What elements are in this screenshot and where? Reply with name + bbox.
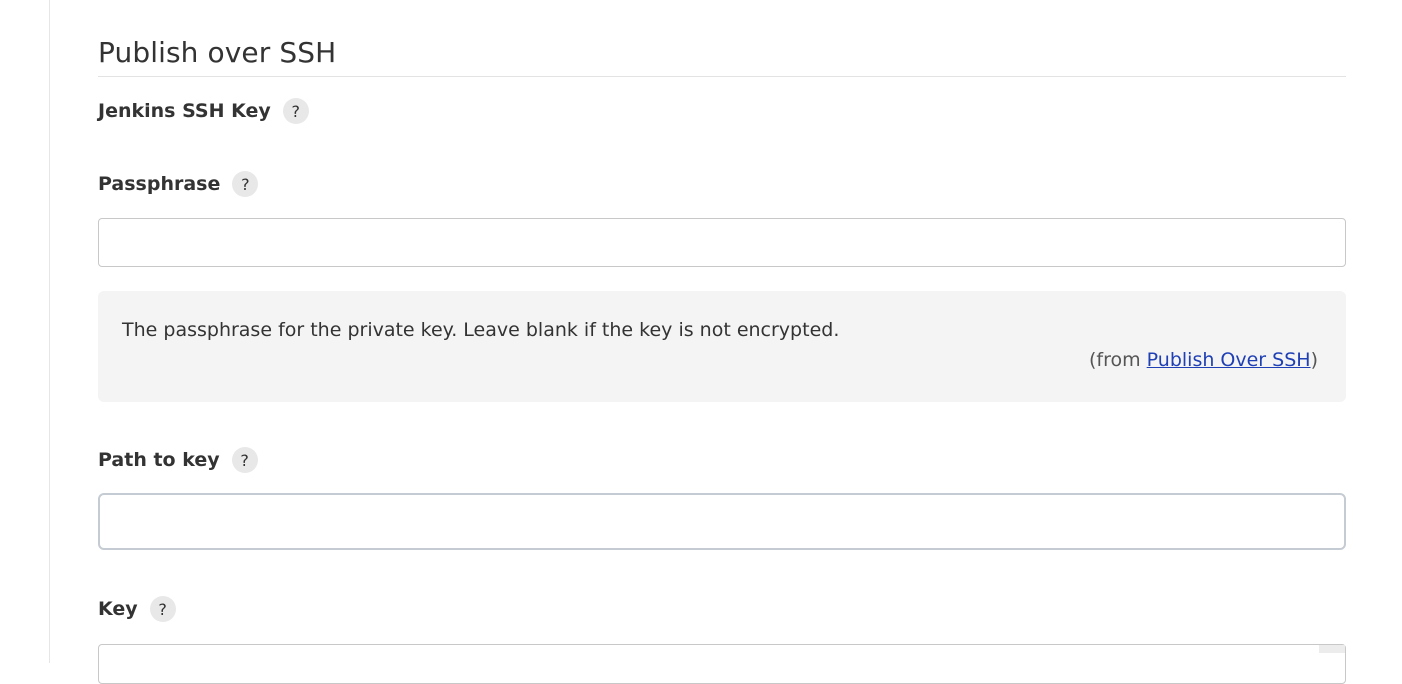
- key-help-icon[interactable]: ?: [149, 596, 176, 622]
- jenkins-ssh-key-help-icon[interactable]: ?: [282, 98, 309, 124]
- publish-over-ssh-link[interactable]: Publish Over SSH: [1147, 349, 1311, 371]
- left-rail: [0, 0, 50, 663]
- key-label-row: Key ?: [98, 596, 176, 622]
- path-to-key-input[interactable]: [98, 493, 1346, 550]
- help-source-prefix: (from: [1088, 349, 1147, 371]
- path-to-key-help-icon[interactable]: ?: [231, 447, 258, 473]
- key-textarea[interactable]: [98, 644, 1346, 684]
- jenkins-ssh-key-label: Jenkins SSH Key: [98, 100, 271, 122]
- passphrase-help-icon[interactable]: ?: [232, 171, 259, 197]
- help-source-suffix: ): [1310, 349, 1318, 371]
- help-source: (from Publish Over SSH): [1089, 349, 1318, 371]
- path-to-key-label-row: Path to key ?: [98, 447, 258, 473]
- passphrase-help-box: The passphrase for the private key. Leav…: [98, 291, 1346, 402]
- path-to-key-label: Path to key: [98, 449, 220, 471]
- passphrase-label: Passphrase: [98, 173, 221, 195]
- jenkins-ssh-key-label-row: Jenkins SSH Key ?: [98, 98, 309, 124]
- passphrase-help-text: The passphrase for the private key. Leav…: [122, 319, 840, 341]
- textarea-resize-handle[interactable]: [1319, 645, 1345, 653]
- section-title: Publish over SSH: [98, 36, 337, 69]
- passphrase-input[interactable]: [98, 218, 1346, 267]
- passphrase-label-row: Passphrase ?: [98, 171, 259, 197]
- section-divider: [98, 76, 1346, 77]
- key-label: Key: [98, 598, 138, 620]
